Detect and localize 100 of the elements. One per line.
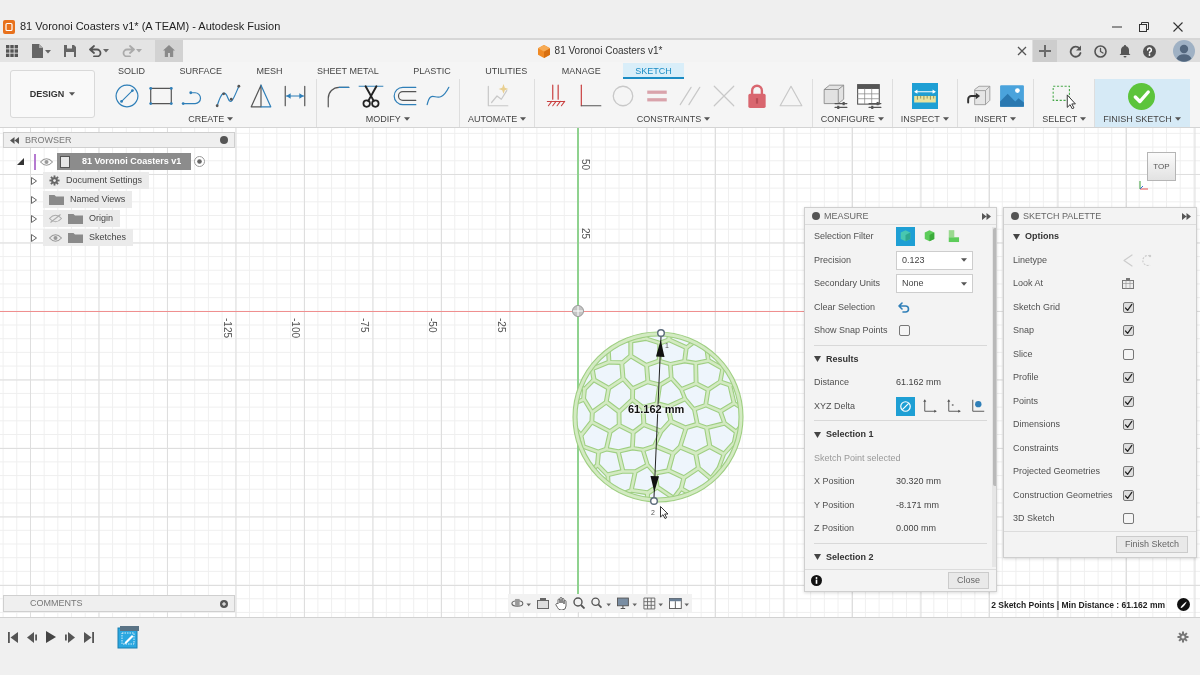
section-title[interactable]: Results — [826, 353, 859, 365]
tree-item[interactable]: Named Views — [43, 191, 133, 208]
step-forward-icon[interactable] — [65, 631, 75, 643]
circle-icon[interactable] — [114, 83, 140, 109]
tree-item[interactable]: Origin — [43, 210, 120, 227]
expand-icon[interactable] — [1182, 212, 1191, 220]
close-icon[interactable] — [1017, 46, 1027, 56]
zoom-icon[interactable] — [591, 596, 611, 610]
collapsed-triangle-icon[interactable] — [31, 214, 37, 223]
undo-icon[interactable] — [89, 45, 109, 57]
restore-icon[interactable] — [1139, 21, 1149, 32]
hand-icon[interactable] — [555, 596, 567, 610]
pen-circle-icon[interactable] — [1177, 598, 1190, 611]
tree-item[interactable]: Sketches — [43, 229, 134, 246]
section-caret-icon[interactable] — [1013, 233, 1020, 240]
scissors-icon[interactable] — [358, 83, 384, 109]
cube-sliders-icon[interactable] — [822, 83, 849, 109]
avatar-icon[interactable] — [1173, 40, 1195, 62]
pin-icon[interactable] — [220, 136, 228, 144]
selection-box-icon[interactable] — [1051, 83, 1078, 109]
refresh-icon[interactable] — [1069, 44, 1082, 58]
settings-icon[interactable] — [1177, 631, 1189, 643]
dropdown[interactable]: None — [896, 274, 973, 294]
collapsed-triangle-icon[interactable] — [31, 195, 37, 204]
step-back-icon[interactable] — [27, 631, 37, 643]
group-menu-button[interactable]: MODIFY — [365, 113, 410, 125]
orbit-icon[interactable] — [511, 596, 531, 610]
ruler-icon[interactable] — [911, 83, 938, 109]
checkbox[interactable] — [1123, 466, 1134, 478]
checkbox[interactable] — [1123, 513, 1134, 525]
zoom-icon[interactable] — [573, 597, 585, 609]
ribbon-tab[interactable]: MANAGE — [549, 63, 613, 79]
image-icon[interactable] — [999, 83, 1026, 109]
panel-dot-icon[interactable] — [812, 212, 820, 220]
undo-arrow-icon[interactable] — [898, 301, 910, 313]
section-title[interactable]: Options — [1025, 231, 1059, 243]
group-menu-button[interactable]: FINISH SKETCH — [1103, 113, 1181, 125]
checkbox[interactable] — [899, 325, 910, 337]
checkbox[interactable] — [1123, 325, 1134, 337]
frame-icon[interactable] — [537, 597, 549, 609]
checkbox[interactable] — [1123, 301, 1134, 313]
tree-item[interactable]: Document Settings — [43, 172, 150, 189]
group-menu-button[interactable]: INSERT — [974, 113, 1017, 125]
section-title[interactable]: Selection 1 — [826, 429, 874, 441]
checkbox[interactable] — [1123, 348, 1134, 360]
dropdown[interactable]: 0.123 — [896, 250, 973, 270]
checkbox[interactable] — [1123, 372, 1134, 384]
group-menu-button[interactable]: CREATE — [188, 113, 234, 125]
checkbox[interactable] — [1123, 489, 1134, 501]
finish-sketch-button[interactable]: Finish Sketch — [1115, 536, 1188, 553]
checkmark-icon[interactable] — [1128, 82, 1156, 110]
ribbon-tab[interactable]: SOLID — [106, 63, 157, 79]
info-icon[interactable] — [811, 575, 822, 586]
play-icon[interactable] — [46, 631, 56, 643]
view-cube[interactable]: TOP — [1147, 152, 1176, 181]
group-menu-button[interactable]: AUTOMATE — [468, 113, 527, 125]
grid-icon[interactable] — [643, 596, 663, 610]
table-sliders-icon[interactable] — [855, 83, 882, 109]
checkbox[interactable] — [1123, 419, 1134, 431]
file-icon[interactable] — [31, 44, 51, 58]
workspace-dropdown[interactable]: DESIGN — [10, 70, 95, 118]
sketch-feature-icon[interactable] — [117, 625, 141, 649]
group-menu-button[interactable]: INSPECT — [900, 113, 949, 125]
section-caret-icon[interactable] — [814, 554, 821, 561]
save-icon[interactable] — [64, 45, 76, 57]
help-icon[interactable] — [1143, 44, 1156, 58]
section-title[interactable]: Selection 2 — [826, 551, 874, 563]
ribbon-tab[interactable]: PLASTIC — [401, 63, 463, 79]
collapsed-triangle-icon[interactable] — [31, 176, 37, 185]
ribbon-tab[interactable]: SURFACE — [167, 63, 235, 79]
ribbon-tab[interactable]: MESH — [244, 63, 295, 79]
panel-dot-icon[interactable] — [1011, 212, 1019, 220]
collapsed-triangle-icon[interactable] — [31, 233, 37, 242]
sketch-point-icon[interactable] — [657, 329, 665, 337]
close-icon[interactable] — [1173, 21, 1183, 32]
monitor-icon[interactable] — [617, 596, 637, 610]
section-caret-icon[interactable] — [814, 356, 821, 363]
layout-icon[interactable] — [669, 596, 689, 610]
grid-box-icon[interactable] — [1122, 278, 1134, 290]
expanded-triangle-icon[interactable] — [17, 158, 24, 165]
skip-start-icon[interactable] — [8, 631, 18, 643]
bell-icon[interactable] — [1119, 44, 1131, 58]
close-button[interactable]: Close — [948, 572, 989, 589]
new-tab-button[interactable] — [1033, 40, 1057, 62]
triangle-icon[interactable] — [248, 83, 274, 109]
group-menu-button[interactable]: CONFIGURE — [820, 113, 884, 125]
radio-icon[interactable] — [194, 156, 206, 167]
eye-icon[interactable] — [40, 157, 53, 166]
ribbon-tab[interactable]: SHEET METAL — [305, 63, 391, 79]
ribbon-tab[interactable]: UTILITIES — [473, 63, 540, 79]
circle-slash-icon[interactable] — [896, 396, 915, 416]
add-comment-icon[interactable] — [220, 599, 228, 608]
sketch-point-icon[interactable] — [650, 497, 658, 505]
checkbox[interactable] — [1123, 395, 1134, 407]
clock-icon[interactable] — [1094, 44, 1107, 58]
checkbox[interactable] — [1123, 442, 1134, 454]
spline-icon[interactable] — [214, 83, 241, 109]
expand-icon[interactable] — [982, 212, 991, 220]
collapse-icon[interactable] — [10, 136, 19, 144]
cube-icon[interactable] — [896, 227, 915, 247]
